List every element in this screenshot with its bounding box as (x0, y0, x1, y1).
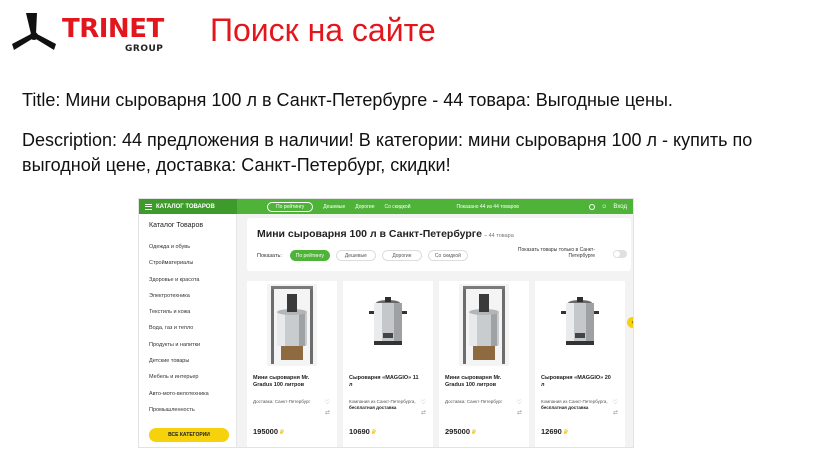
delivery-text: Доставка: Санкт-Петербург (253, 399, 311, 404)
product-price: 195000 ₽ (253, 427, 284, 436)
sidebar-title: Каталог Товаров (149, 222, 204, 229)
next-arrow-icon[interactable]: › (627, 317, 633, 328)
filter-row: Показать: По рейтингу Дешевые Дорогие Со… (257, 250, 468, 261)
all-categories-button[interactable]: ВСЕ КАТЕГОРИИ (149, 428, 229, 442)
page-title: Мини сыроварня 100 л в Санкт-Петербурге –… (257, 228, 514, 240)
price-value: 295000 (445, 427, 471, 436)
compare-icon[interactable]: ⇄ (517, 409, 522, 416)
ruble-icon: ₽ (472, 430, 476, 436)
product-name[interactable]: Мини сыроварня Mr. Gradus 100 литров (253, 375, 323, 389)
product-card[interactable]: Сыроварня «MAGGIO» 20 л Компания из Санк… (535, 281, 625, 447)
compare-icon[interactable]: ⇄ (325, 409, 330, 416)
sidebar-item[interactable]: Стройматериалы (149, 260, 209, 276)
heart-icon[interactable]: ♡ (517, 399, 522, 406)
meta-description-line: Description: 44 предложения в наличии! В… (22, 130, 753, 175)
ruble-icon: ₽ (280, 430, 284, 436)
sidebar-item[interactable]: Мебель и интерьер (149, 374, 209, 390)
heart-icon[interactable]: ♡ (421, 399, 426, 406)
login-link[interactable]: Вход (613, 204, 627, 210)
propeller-icon (12, 13, 56, 50)
spb-only-label: Показать товары только в Санкт-Петербург… (517, 247, 595, 259)
product-image[interactable] (439, 281, 529, 369)
spb-only-toggle[interactable] (613, 250, 627, 258)
ruble-icon: ₽ (371, 430, 376, 436)
site-topbar: КАТАЛОГ ТОВАРОВ По рейтингу Дешевые Доро… (139, 199, 633, 214)
slide-title: Поиск на сайте (210, 12, 436, 48)
cheese-vat-frame-icon (459, 284, 509, 366)
search-icon[interactable] (589, 203, 596, 210)
delivery-extra: бесплатная доставка (541, 405, 589, 410)
ruble-icon: ₽ (563, 430, 568, 436)
filter-rating[interactable]: По рейтингу (289, 250, 330, 261)
sidebar-item[interactable]: Электротехника (149, 293, 209, 309)
sidebar-item[interactable]: Вода, газ и тепло (149, 325, 209, 341)
product-grid: Мини сыроварня Mr. Gradus 100 литров Дос… (247, 281, 625, 447)
sort-discount-link[interactable]: Со скидкой (384, 204, 410, 210)
product-image[interactable] (535, 281, 625, 369)
filter-expensive[interactable]: Дорогие (381, 250, 422, 261)
listing-header: Мини сыроварня 100 л в Санкт-Петербурге –… (247, 218, 631, 271)
page-title-text: Мини сыроварня 100 л в Санкт-Петербурге (257, 228, 483, 240)
show-label: Показать: (257, 252, 282, 259)
sort-rating-pill[interactable]: По рейтингу (267, 201, 314, 212)
delivery-extra: бесплатная доставка (349, 405, 397, 410)
sidebar-item[interactable]: Промышленность (149, 407, 209, 423)
product-count: – 44 товара (484, 233, 514, 239)
topbar-actions: ☺ Вход (589, 203, 633, 210)
filter-cheap[interactable]: Дешевые (335, 250, 376, 261)
cheese-pot-icon (561, 297, 599, 345)
logo-wordmark: TRINET (62, 14, 164, 44)
sidebar-item[interactable]: Детские товары (149, 358, 209, 374)
delivery-text: Компания из Санкт-Петербурга, (541, 399, 608, 404)
compare-icon[interactable]: ⇄ (613, 409, 618, 416)
product-image[interactable] (343, 281, 433, 369)
sort-cheap-link[interactable]: Дешевые (323, 204, 345, 210)
product-price: 10690 ₽ (349, 427, 376, 436)
catalog-button[interactable]: КАТАЛОГ ТОВАРОВ (139, 199, 237, 214)
sort-expensive-link[interactable]: Дорогие (355, 204, 374, 210)
delivery-text: Компания из Санкт-Петербурга, (349, 399, 416, 404)
user-icon[interactable]: ☺ (601, 204, 607, 210)
product-name[interactable]: Сыроварня «MAGGIO» 11 л (349, 375, 419, 389)
heart-icon[interactable]: ♡ (613, 399, 618, 406)
cheese-pot-icon (369, 297, 407, 345)
product-name[interactable]: Сыроварня «MAGGIO» 20 л (541, 375, 611, 389)
meta-title-line: Title: Мини сыроварня 100 л в Санкт-Пете… (22, 90, 673, 110)
compare-icon[interactable]: ⇄ (421, 409, 426, 416)
product-card[interactable]: Мини сыроварня Mr. Gradus 100 литров Дос… (247, 281, 337, 447)
cheese-vat-frame-icon (267, 284, 317, 366)
product-price: 295000 ₽ (445, 427, 476, 436)
product-image[interactable] (247, 281, 337, 369)
sidebar-item[interactable]: Здоровье и красота (149, 277, 209, 293)
site-screenshot: КАТАЛОГ ТОВАРОВ По рейтингу Дешевые Доро… (138, 198, 634, 448)
product-card[interactable]: Сыроварня «MAGGIO» 11 л Компания из Санк… (343, 281, 433, 447)
product-name[interactable]: Мини сыроварня Mr. Gradus 100 литров (445, 375, 515, 389)
catalog-label: КАТАЛОГ ТОВАРОВ (156, 203, 215, 210)
shown-count: Показано 44 из 44 товаров (456, 203, 519, 210)
price-value: 12690 (541, 427, 562, 436)
sidebar-item[interactable]: Продукты и напитки (149, 342, 209, 358)
price-value: 195000 (253, 427, 279, 436)
logo-subtitle: GROUP (125, 44, 164, 54)
sidebar-item[interactable]: Авто-мото-велотехника (149, 391, 209, 407)
delivery-text: Доставка: Санкт-Петербург (445, 399, 503, 404)
product-card[interactable]: Мини сыроварня Mr. Gradus 100 литров Дос… (439, 281, 529, 447)
menu-icon (145, 203, 152, 210)
filter-discount[interactable]: Со скидкой (427, 250, 468, 261)
price-value: 10690 (349, 427, 370, 436)
heart-icon[interactable]: ♡ (325, 399, 330, 406)
sidebar-item[interactable]: Текстиль и кожа (149, 309, 209, 325)
sidebar-item[interactable]: Одежда и обувь (149, 244, 209, 260)
product-price: 12690 ₽ (541, 427, 568, 436)
catalog-sidebar: Каталог Товаров Одежда и обувь Строймате… (139, 214, 237, 447)
trinet-logo: TRINET GROUP (12, 10, 164, 58)
sidebar-list: Одежда и обувь Стройматериалы Здоровье и… (149, 244, 209, 423)
